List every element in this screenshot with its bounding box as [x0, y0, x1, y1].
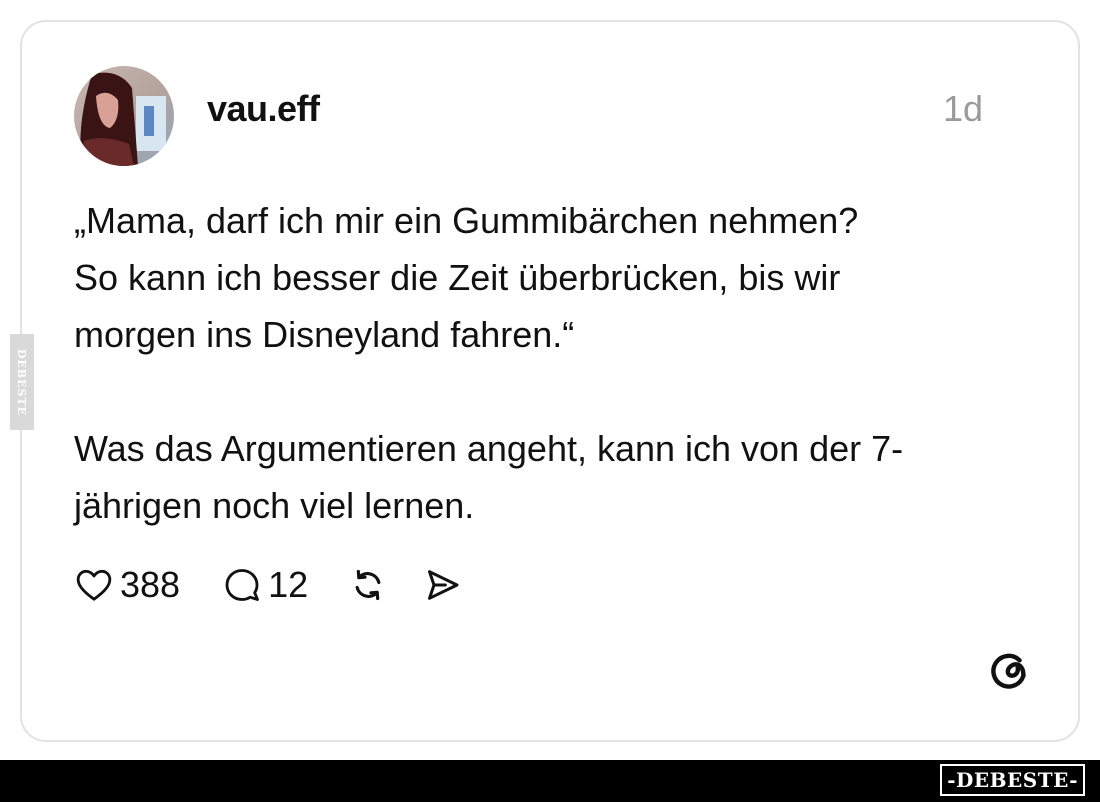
- post-text-line: „Mama, darf ich mir ein Gummibärchen neh…: [74, 200, 859, 241]
- watermark-logo: -DEBESTE-: [940, 764, 1085, 796]
- watermark-vertical-text: DEBESTE: [15, 348, 29, 416]
- avatar[interactable]: [74, 66, 174, 166]
- post-text-line: jährigen noch viel lernen.: [74, 485, 475, 526]
- post-text: „Mama, darf ich mir ein Gummibärchen neh…: [74, 192, 1014, 534]
- reply-count: 12: [268, 564, 309, 605]
- reply-button[interactable]: 12: [222, 564, 308, 606]
- like-count: 388: [120, 564, 181, 605]
- watermark-vertical: DEBESTE: [10, 334, 34, 430]
- like-button[interactable]: 388: [74, 564, 180, 606]
- post-text-line: Was das Argumentieren angeht, kann ich v…: [74, 428, 904, 469]
- footer-bar: -DEBESTE-: [0, 760, 1100, 802]
- threads-logo-icon: [987, 645, 1033, 696]
- avatar-photo: [74, 66, 174, 166]
- post-card: vau.eff 1d „Mama, darf ich mir ein Gummi…: [20, 20, 1080, 742]
- heart-icon: [76, 569, 112, 601]
- share-button[interactable]: [422, 565, 462, 605]
- post-timestamp: 1d: [942, 88, 983, 129]
- post-text-line: morgen ins Disneyland fahren.“: [74, 314, 575, 355]
- send-icon: [428, 570, 459, 600]
- repost-icon: [355, 569, 381, 601]
- action-bar: 388 12: [74, 560, 462, 610]
- post-text-line: So kann ich besser die Zeit überbrücken,…: [74, 257, 841, 298]
- repost-button[interactable]: [348, 565, 388, 605]
- username[interactable]: vau.eff: [207, 88, 320, 130]
- speech-bubble-icon: [225, 569, 259, 601]
